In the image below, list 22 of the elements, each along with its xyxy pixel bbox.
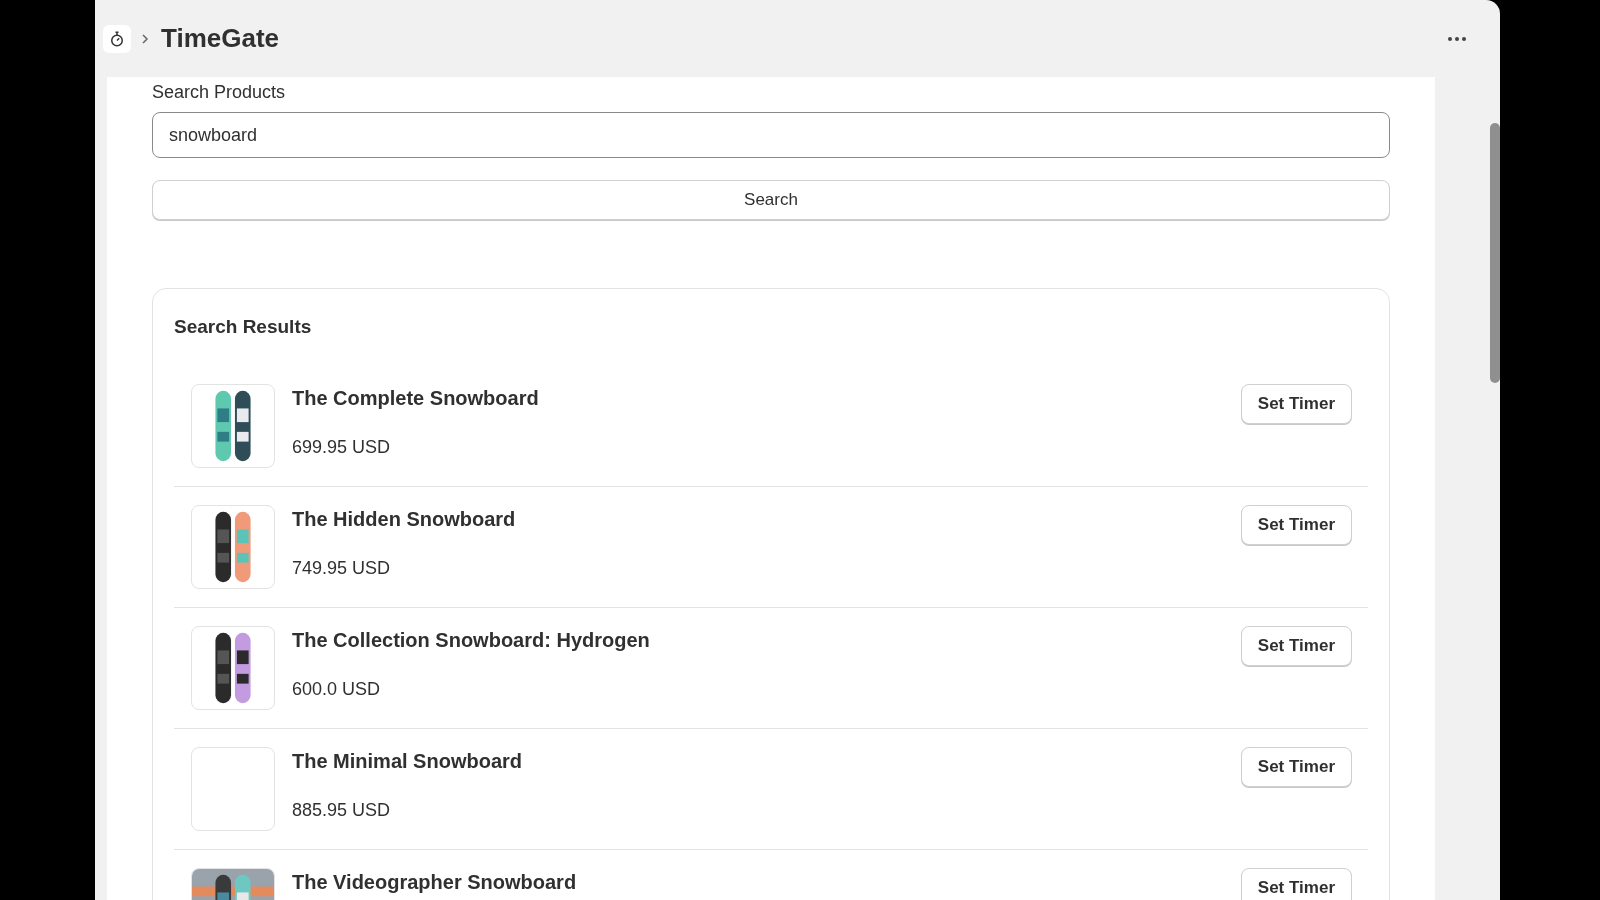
search-button[interactable]: Search xyxy=(152,180,1390,220)
scrollbar[interactable] xyxy=(1490,123,1500,383)
set-timer-button[interactable]: Set Timer xyxy=(1240,625,1352,666)
search-label: Search Products xyxy=(152,81,287,104)
set-timer-button[interactable]: Set Timer xyxy=(1240,383,1352,424)
stopwatch-icon[interactable] xyxy=(103,24,131,53)
product-price: 749.95 USD xyxy=(292,556,392,580)
chevron-icon xyxy=(141,32,149,45)
product-price: 699.95 USD xyxy=(292,435,392,459)
product-price: 885.95 USD xyxy=(292,798,392,822)
app-title: TimeGate xyxy=(161,22,279,55)
set-timer-button[interactable]: Set Timer xyxy=(1240,746,1352,787)
product-name: The Minimal Snowboard xyxy=(292,748,523,774)
product-name: The Collection Snowboard: Hydrogen xyxy=(292,627,651,653)
product-name: The Videographer Snowboard xyxy=(292,869,578,895)
set-timer-button[interactable]: Set Timer xyxy=(1240,504,1352,545)
product-name: The Hidden Snowboard xyxy=(292,506,517,532)
product-name: The Complete Snowboard xyxy=(292,385,540,411)
product-price: 600.0 USD xyxy=(292,677,382,701)
set-timer-button[interactable]: Set Timer xyxy=(1240,867,1352,900)
results-title: Search Results xyxy=(174,315,313,339)
search-field[interactable]: snowboard xyxy=(152,112,1390,158)
